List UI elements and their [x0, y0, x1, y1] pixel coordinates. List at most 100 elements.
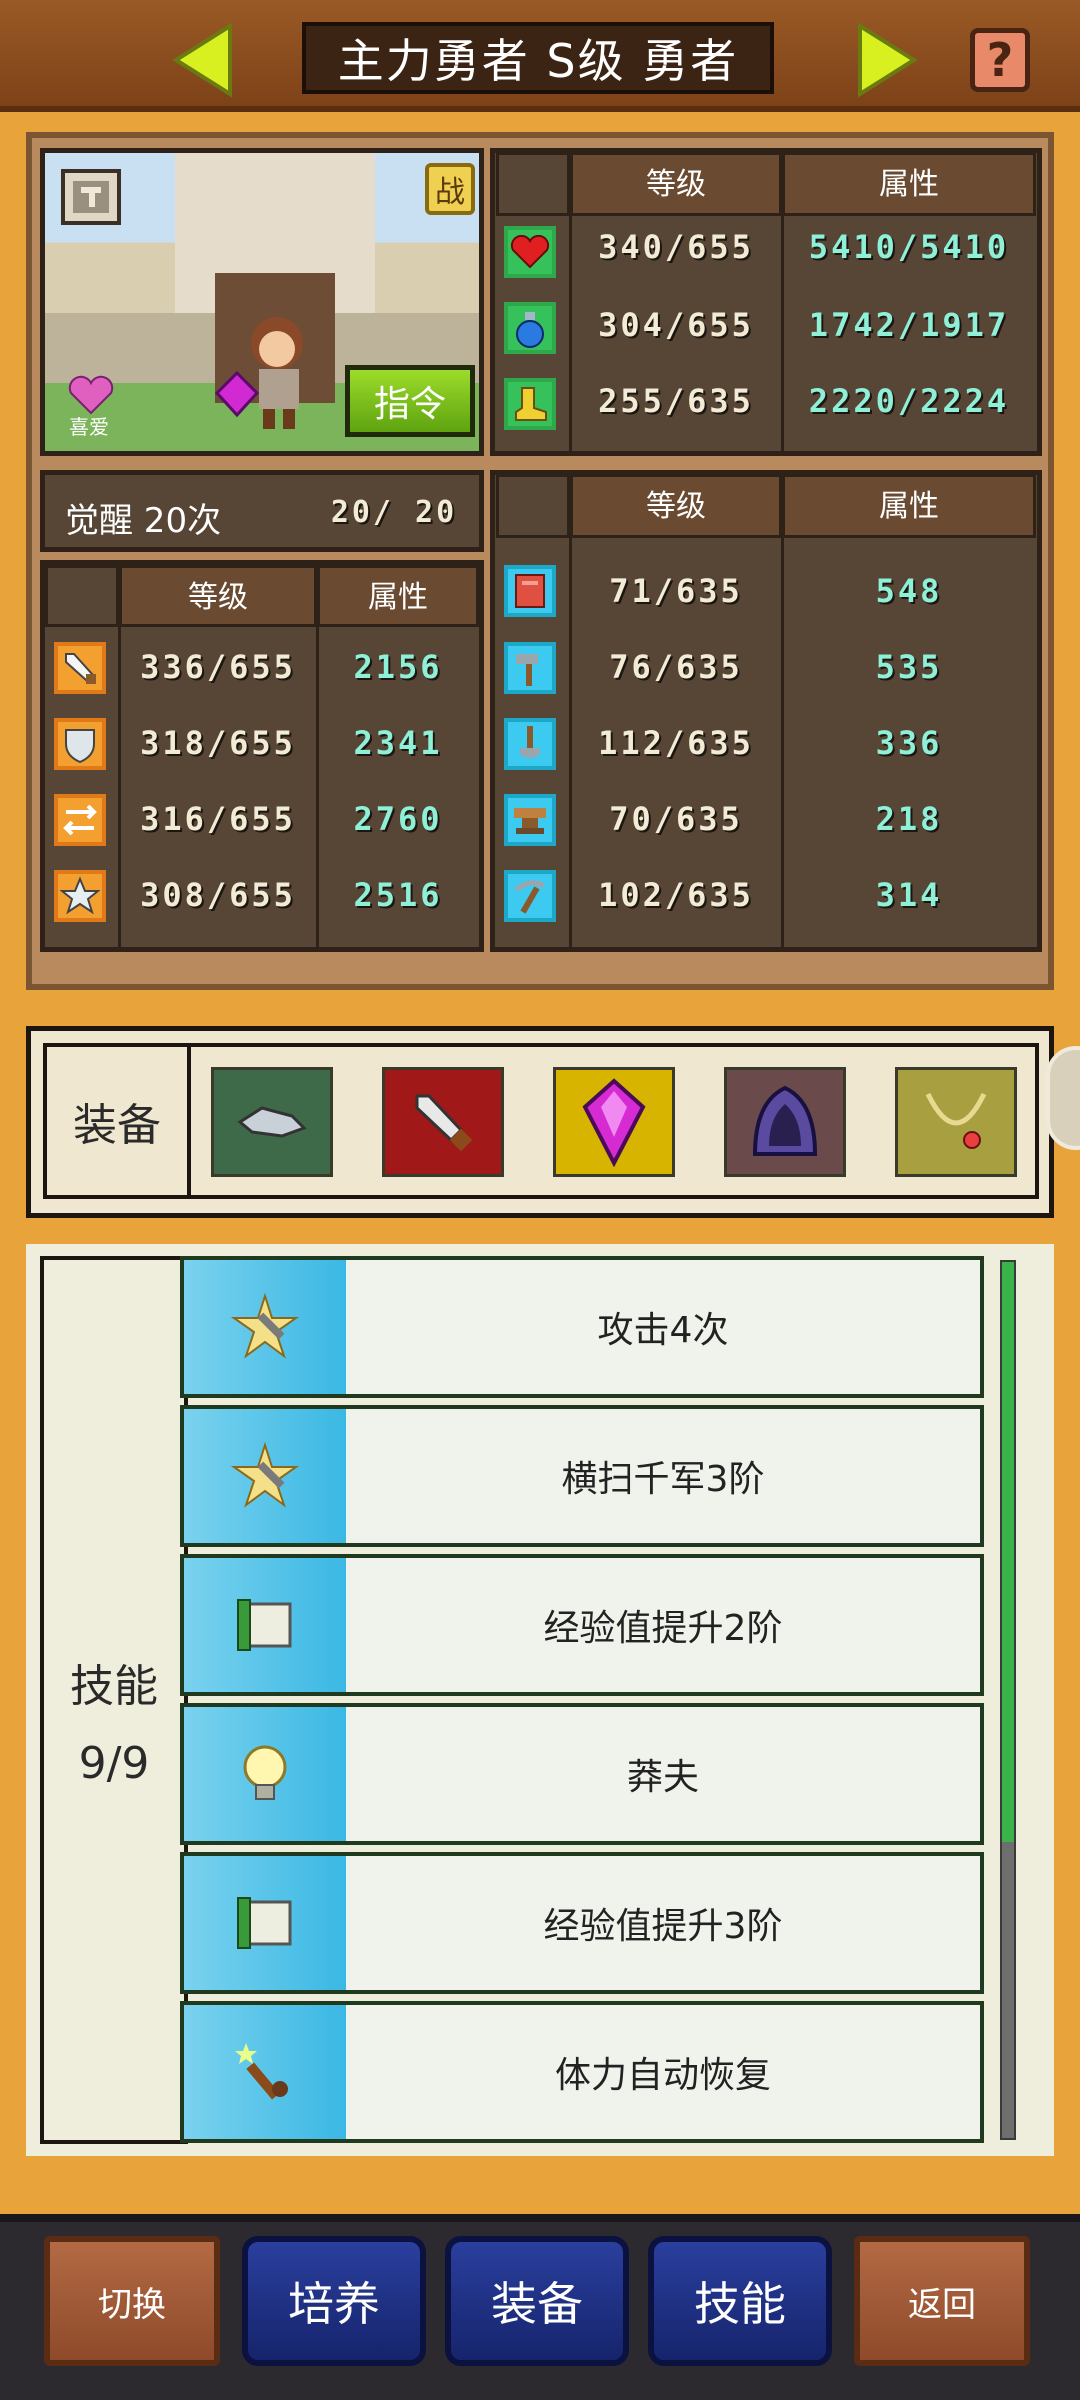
equip-slot-necklace[interactable]: [895, 1067, 1017, 1177]
map-icon[interactable]: [61, 169, 121, 225]
arrow-right-icon: [858, 22, 918, 98]
skill-name: 攻击4次: [597, 1310, 729, 1351]
gauntlet-icon: [237, 1106, 307, 1138]
train-button[interactable]: 培养: [242, 2236, 426, 2366]
hp-level: 340/655: [598, 228, 754, 266]
equipment-panel: 装备: [26, 1026, 1054, 1218]
skill-button[interactable]: 技能: [648, 2236, 832, 2366]
switch-button[interactable]: 切换: [44, 2236, 220, 2366]
equip-slot-gauntlet[interactable]: [211, 1067, 333, 1177]
boot-icon: [504, 378, 556, 430]
awaken-bar: 觉醒 20次 20/ 20: [40, 470, 484, 552]
skill-name: 经验值提升3阶: [543, 1906, 783, 1947]
necklace-icon: [925, 1092, 987, 1149]
combat-attr-header: 属性: [317, 565, 479, 627]
skills-label: 技能: [70, 1661, 158, 1712]
equipment-frame: 装备: [43, 1043, 1039, 1199]
stamina-value: 2220/2224: [808, 382, 1010, 420]
slash-icon: [184, 1409, 346, 1543]
hero-portrait: 战 喜爱 指令: [40, 148, 484, 456]
side-drawer-tab[interactable]: [1046, 1046, 1080, 1150]
like-heart-icon[interactable]: [65, 375, 117, 415]
equip-button[interactable]: 装备: [445, 2236, 629, 2366]
skills-label-box: 技能 9/9: [40, 1256, 188, 2144]
cross-arrows-icon: [54, 794, 106, 846]
skill-name: 横扫千军3阶: [561, 1459, 765, 1500]
slash-icon: [184, 1260, 346, 1394]
like-label: 喜爱: [69, 415, 109, 439]
hp-value: 5410/5410: [808, 228, 1010, 266]
mp-level: 304/655: [598, 306, 754, 344]
skill-name: 经验值提升2阶: [543, 1608, 783, 1649]
shield-icon: [54, 718, 106, 770]
skill-item[interactable]: 莽夫: [180, 1703, 984, 1845]
combat-level-header: 等级: [119, 565, 317, 627]
luck-level: 308/655: [140, 876, 296, 914]
back-button[interactable]: 返回: [854, 2236, 1030, 2366]
craft-level-5: 102/635: [598, 876, 754, 914]
dagger-icon: [415, 1094, 473, 1152]
star-icon: [54, 870, 106, 922]
wand-icon: [184, 2005, 346, 2139]
potion-icon: [504, 302, 556, 354]
skill-name: 体力自动恢复: [554, 2055, 771, 2096]
craft-attr-header: 属性: [782, 474, 1036, 538]
scroll-icon: [184, 1558, 346, 1692]
craft-value-3: 336: [875, 724, 943, 762]
book-icon: [504, 565, 556, 617]
skills-scrollbar[interactable]: [1000, 1260, 1016, 2140]
lightbulb-icon: [184, 1707, 346, 1841]
skill-item[interactable]: 攻击4次: [180, 1256, 984, 1398]
skills-scroll-thumb[interactable]: [1002, 1262, 1014, 1842]
main-stats-corner: [496, 152, 570, 216]
hero-sprite: [207, 303, 327, 433]
skill-item[interactable]: 经验值提升3阶: [180, 1852, 984, 1994]
pickaxe-icon: [504, 870, 556, 922]
skills-count: 9/9: [78, 1738, 150, 1789]
luck-value: 2516: [353, 876, 443, 914]
battle-badge-icon: 战: [425, 163, 475, 215]
purple-gem-icon: [582, 1078, 646, 1167]
combat-stats-corner: [45, 565, 119, 627]
equip-slot-dagger[interactable]: [382, 1067, 504, 1177]
agility-level: 316/655: [140, 800, 296, 838]
awaken-label: 觉醒 20次: [65, 501, 222, 541]
craft-value-4: 218: [875, 800, 943, 838]
craft-value-2: 535: [875, 648, 943, 686]
craft-level-2: 76/635: [609, 648, 743, 686]
equip-slot-hood[interactable]: [724, 1067, 846, 1177]
craft-value-1: 548: [875, 572, 943, 610]
attack-level: 336/655: [140, 648, 296, 686]
craft-level-header: 等级: [570, 474, 782, 538]
sword-icon: [54, 642, 106, 694]
skill-item[interactable]: 体力自动恢复: [180, 2001, 984, 2143]
scroll-icon: [184, 1856, 346, 1990]
defense-value: 2341: [353, 724, 443, 762]
craft-value-5: 314: [875, 876, 943, 914]
mp-value: 1742/1917: [808, 306, 1010, 344]
hero-title: 主力勇者 S级 勇者: [302, 22, 774, 94]
attack-value: 2156: [353, 648, 443, 686]
awaken-count: 20/ 20: [330, 495, 458, 530]
hammer-icon: [504, 642, 556, 694]
skill-item[interactable]: 横扫千军3阶: [180, 1405, 984, 1547]
craft-level-4: 70/635: [609, 800, 743, 838]
anvil-icon: [504, 794, 556, 846]
defense-level: 318/655: [140, 724, 296, 762]
agility-value: 2760: [353, 800, 443, 838]
prev-hero-button[interactable]: [168, 20, 238, 100]
equipment-label: 装备: [47, 1047, 191, 1195]
command-button[interactable]: 指令: [345, 365, 475, 437]
main-attr-header: 属性: [782, 152, 1036, 216]
craft-stats-corner: [496, 474, 570, 538]
equip-slot-gem[interactable]: [553, 1067, 675, 1177]
help-button[interactable]: ?: [970, 28, 1030, 92]
next-hero-button[interactable]: [852, 20, 922, 100]
craft-level-1: 71/635: [609, 572, 743, 610]
skill-item[interactable]: 经验值提升2阶: [180, 1554, 984, 1696]
shovel-icon: [504, 718, 556, 770]
skill-name: 莽夫: [626, 1757, 699, 1798]
heart-icon: [504, 226, 556, 278]
stamina-level: 255/635: [598, 382, 754, 420]
craft-level-3: 112/635: [598, 724, 754, 762]
